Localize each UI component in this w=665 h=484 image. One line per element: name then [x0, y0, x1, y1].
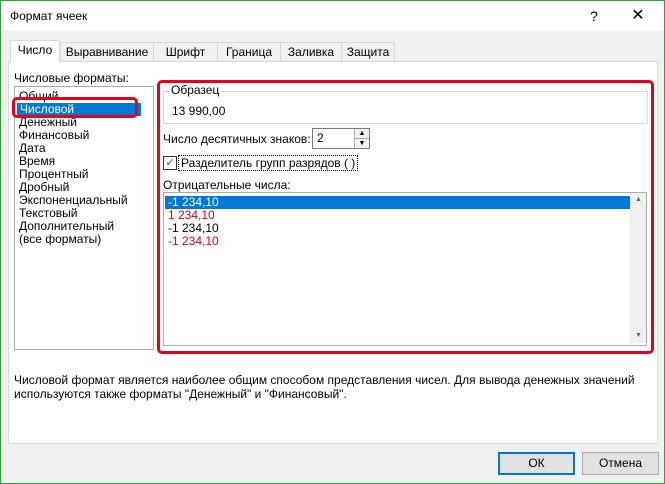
- format-item-custom[interactable]: (все форматы): [19, 233, 101, 246]
- tab-alignment[interactable]: Выравнивание: [60, 42, 154, 62]
- tab-fill[interactable]: Заливка: [280, 42, 342, 62]
- spin-down-icon[interactable]: ▼: [354, 139, 369, 148]
- spin-up-icon[interactable]: ▲: [354, 129, 369, 139]
- separator-checkbox[interactable]: ✓: [163, 156, 177, 170]
- dialog-title: Формат ячеек: [10, 9, 88, 23]
- formats-label: Числовые форматы:: [14, 71, 129, 85]
- negative-label: Отрицательные числа:: [163, 178, 291, 192]
- help-button[interactable]: ?: [584, 6, 604, 26]
- tab-border[interactable]: Граница: [217, 42, 281, 62]
- ok-button[interactable]: ОК: [498, 452, 575, 475]
- scroll-up-icon[interactable]: ▲: [631, 193, 646, 207]
- decimals-spinner[interactable]: 2 ▲ ▼: [312, 128, 370, 149]
- sample-value: 13 990,00: [172, 104, 226, 118]
- highlight-box-format: [12, 97, 138, 118]
- cancel-button[interactable]: Отмена: [582, 452, 659, 475]
- title-bar: Формат ячеек: [1, 1, 664, 31]
- decimals-value[interactable]: 2: [317, 131, 324, 145]
- negative-numbers-list[interactable]: -1 234,10 1 234,10 -1 234,10 -1 234,10 ▲…: [163, 192, 647, 346]
- close-button[interactable]: ✕: [628, 6, 648, 26]
- decimals-label: Число десятичных знаков:: [163, 132, 311, 146]
- scroll-down-icon[interactable]: ▼: [631, 329, 646, 343]
- negative-item[interactable]: -1 234,10: [165, 196, 630, 209]
- tab-font[interactable]: Шрифт: [153, 42, 218, 62]
- tab-protection[interactable]: Защита: [341, 42, 395, 62]
- sample-group: [163, 91, 648, 124]
- negative-scrollbar[interactable]: ▲ ▼: [630, 193, 646, 343]
- separator-label[interactable]: Разделитель групп разрядов ( ): [178, 155, 359, 171]
- sample-legend: Образец: [169, 83, 222, 97]
- tab-number[interactable]: Число: [10, 40, 60, 63]
- formats-list[interactable]: Общий Числовой Денежный Финансовый Дата …: [14, 86, 154, 350]
- format-description: Числовой формат является наиболее общим …: [14, 373, 635, 401]
- negative-item[interactable]: -1 234,10: [168, 235, 219, 248]
